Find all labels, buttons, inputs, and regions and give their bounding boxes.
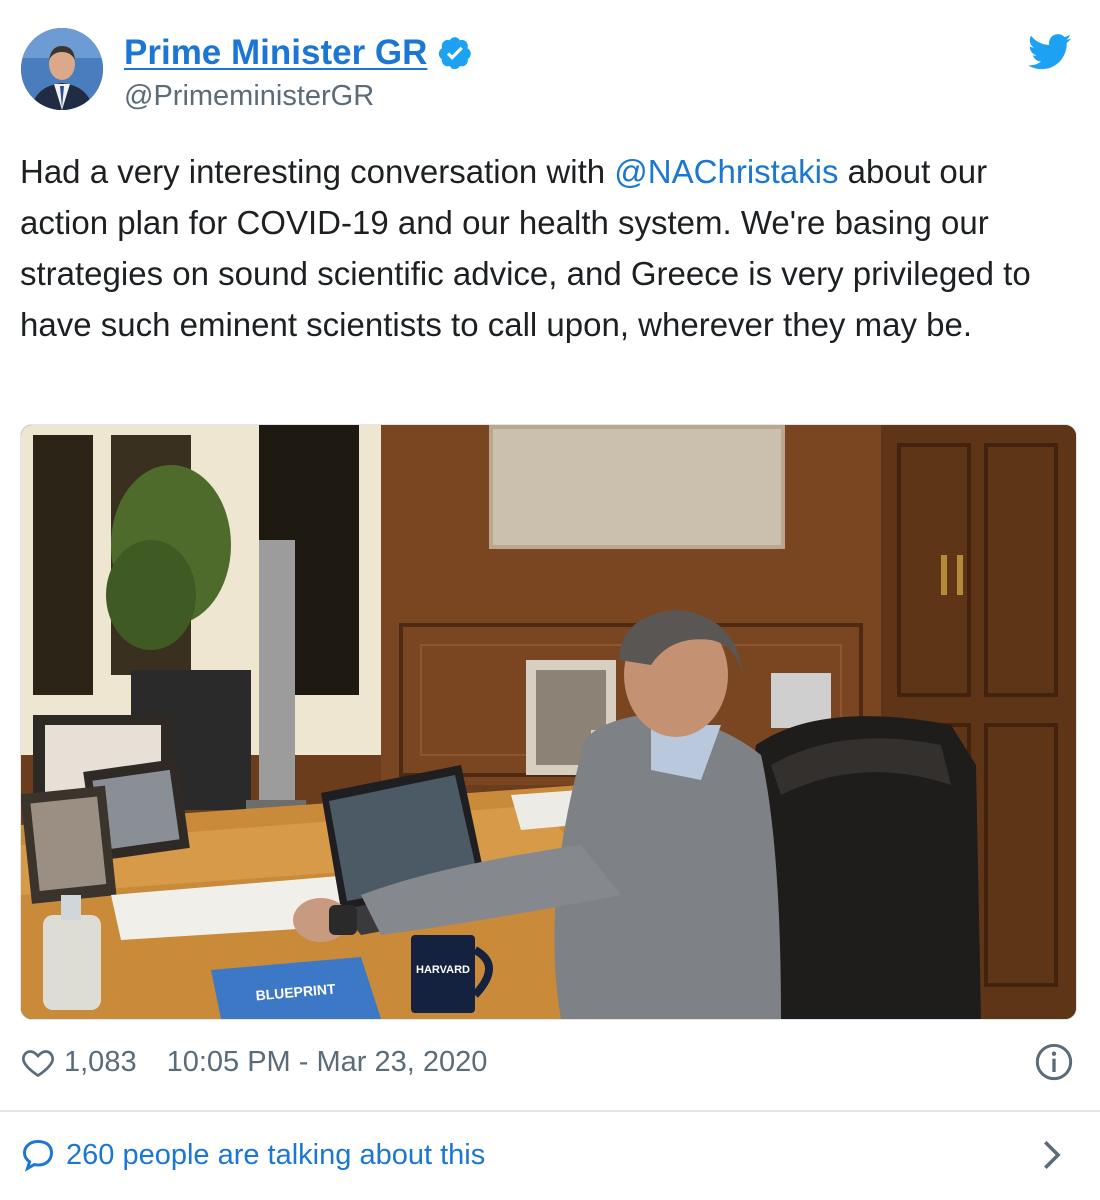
twitter-bird-icon[interactable]: [1028, 30, 1072, 74]
office-scene-image: HARVARD BLUEPRINT: [21, 425, 1076, 1019]
user-handle[interactable]: @PrimeministerGR: [124, 80, 374, 113]
tweet-text-start: Had a very interesting conversation with: [20, 153, 615, 190]
tweet-text: Had a very interesting conversation with…: [20, 146, 1080, 350]
tweet-photo[interactable]: HARVARD BLUEPRINT: [20, 424, 1077, 1020]
speech-bubble-icon: [22, 1139, 54, 1172]
tweet-meta-row: 1,083 10:05 PM - Mar 23, 2020: [20, 1036, 1080, 1088]
mention-link[interactable]: @NAChristakis: [614, 153, 838, 190]
avatar[interactable]: [21, 28, 103, 110]
display-name[interactable]: Prime Minister GR: [124, 33, 427, 73]
tweet-timestamp[interactable]: 10:05 PM - Mar 23, 2020: [167, 1046, 488, 1079]
like-count: 1,083: [64, 1045, 137, 1078]
mug-label: HARVARD: [416, 964, 470, 976]
conversation-link[interactable]: 260 people are talking about this: [20, 1128, 1080, 1182]
chevron-right-icon: [1044, 1140, 1061, 1170]
tweet-card: Prime Minister GR @PrimeministerGR Had a…: [0, 0, 1100, 1200]
author-name-row: Prime Minister GR: [124, 30, 473, 76]
like-button[interactable]: 1,083: [20, 1044, 137, 1080]
info-icon[interactable]: [1034, 1042, 1074, 1082]
heart-icon: [22, 1050, 54, 1078]
divider: [0, 1110, 1100, 1112]
conversation-label: 260 people are talking about this: [66, 1138, 486, 1171]
verified-badge-icon: [439, 37, 472, 70]
avatar-image: [21, 28, 103, 110]
